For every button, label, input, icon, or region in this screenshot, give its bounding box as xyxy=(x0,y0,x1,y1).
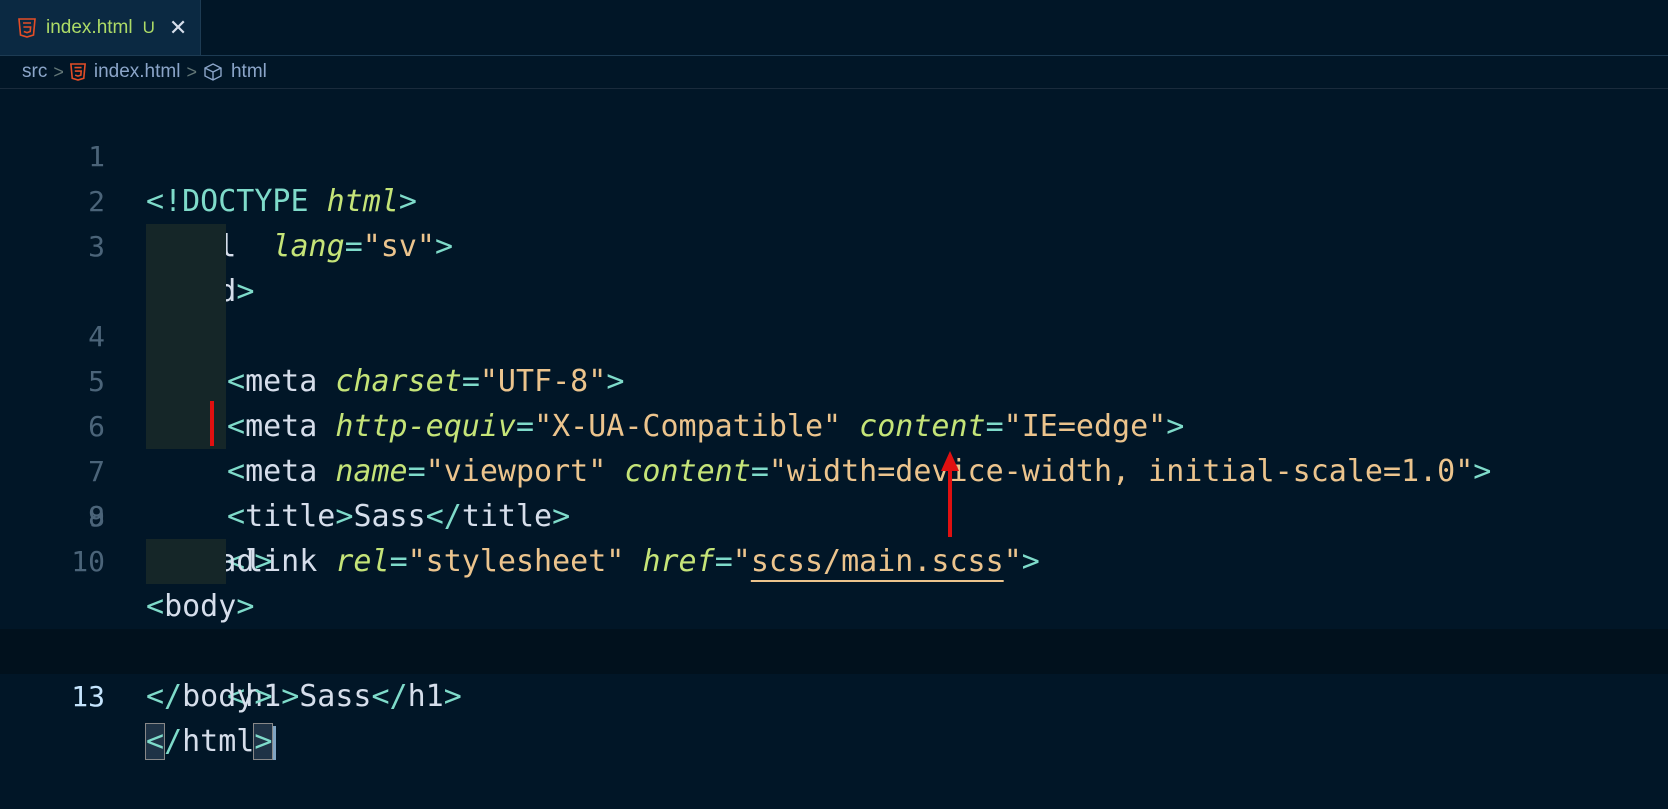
code-line[interactable]: 6 <meta name="viewport" content="width=d… xyxy=(0,314,1668,489)
chevron-right-icon: > xyxy=(186,61,197,82)
annotation-marker xyxy=(210,401,214,446)
tag-token: h1 xyxy=(407,679,444,714)
untracked-status-badge: U xyxy=(142,17,155,37)
tag-token: html xyxy=(182,724,255,759)
tab-index-html[interactable]: index.html U ✕ xyxy=(0,0,201,55)
code-line[interactable]: 2 <html lang="sv"> xyxy=(0,134,1668,264)
code-line-current[interactable]: 13 </html> xyxy=(0,629,1668,760)
indent-guide xyxy=(146,269,226,314)
tag-token: body xyxy=(182,679,255,714)
code-line[interactable]: 1 <!DOCTYPE html> xyxy=(0,89,1668,219)
code-line[interactable]: 3 <head> xyxy=(0,179,1668,309)
code-line[interactable]: 8 <link rel="stylesheet" href="scss/main… xyxy=(0,404,1668,579)
cube-icon xyxy=(204,63,222,81)
text-token: Sass xyxy=(299,679,372,714)
code-content: </html> xyxy=(144,719,277,764)
tab-file-name: index.html xyxy=(46,16,133,38)
indent-guide xyxy=(146,404,226,449)
matched-bracket: < xyxy=(144,723,166,760)
breadcrumb: src > index.html > html xyxy=(0,56,1668,89)
code-line[interactable]: 4 <meta charset="UTF-8"> xyxy=(0,224,1668,399)
text-cursor xyxy=(273,725,277,760)
close-icon[interactable]: ✕ xyxy=(169,16,187,39)
indent-guide xyxy=(146,359,226,404)
code-line[interactable]: 10 <body> xyxy=(0,494,1668,624)
indent-guide xyxy=(146,539,226,584)
html5-icon xyxy=(18,17,36,38)
breadcrumb-file[interactable]: index.html xyxy=(69,61,181,83)
annotation-arrow-icon xyxy=(941,451,959,537)
code-content: </body> xyxy=(146,679,273,714)
indent-guide xyxy=(146,314,226,359)
code-line[interactable]: 9 </head> xyxy=(0,449,1668,579)
html5-icon xyxy=(69,63,86,81)
tab-bar: index.html U ✕ xyxy=(0,0,1668,56)
code-line[interactable]: 7 <title>Sass</title> xyxy=(0,359,1668,534)
indent-guide xyxy=(146,224,226,269)
code-line[interactable]: 12 </body> xyxy=(0,584,1668,714)
chevron-right-icon: > xyxy=(53,61,64,82)
breadcrumb-element[interactable]: html xyxy=(203,61,267,83)
matched-bracket: > xyxy=(253,723,274,760)
code-editor[interactable]: 1 <!DOCTYPE html> 2 <html lang="sv"> 3 <… xyxy=(0,89,1668,760)
breadcrumb-element-label: html xyxy=(230,61,267,82)
code-line[interactable]: 11 <h1>Sass</h1> xyxy=(0,539,1668,714)
code-line[interactable]: 5 <meta http-equiv="X-UA-Compatible" con… xyxy=(0,269,1668,444)
line-number: 13 xyxy=(71,680,105,713)
breadcrumb-file-label: index.html xyxy=(93,61,181,82)
breadcrumb-folder[interactable]: src xyxy=(22,61,47,83)
